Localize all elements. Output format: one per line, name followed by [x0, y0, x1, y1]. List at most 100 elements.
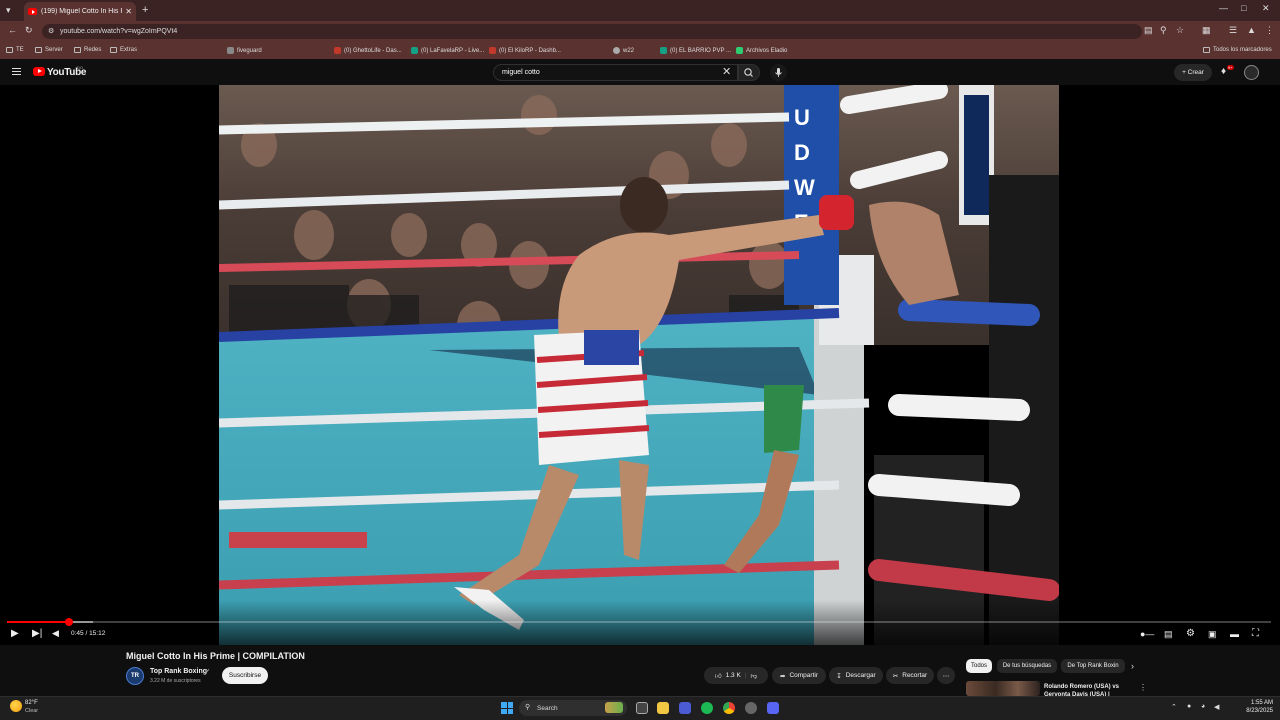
profile-icon[interactable]: ▲: [1247, 26, 1256, 35]
miniplayer-icon[interactable]: ▣: [1208, 630, 1217, 639]
search-icon: ⚲: [525, 704, 531, 711]
download-icon: ↧: [836, 672, 842, 680]
menu-icon[interactable]: ⋮: [1265, 26, 1274, 35]
next-video-icon[interactable]: ▶​|: [32, 629, 42, 639]
subtitles-icon[interactable]: ▤: [1164, 630, 1173, 639]
weather-condition[interactable]: Clear: [25, 708, 38, 714]
recommendation-title[interactable]: Rolando Romero (USA) vs Gervonta Davis (…: [1044, 683, 1134, 697]
folder-icon: [35, 47, 42, 53]
taskbar-search-box[interactable]: ⚲ Search: [519, 700, 627, 716]
bookmark-favicon-icon: [227, 47, 234, 54]
subscribe-button[interactable]: Suscribirse: [222, 667, 268, 684]
settings-gear-icon[interactable]: ⚙: [1186, 629, 1195, 639]
media-icon[interactable]: ☰: [1229, 26, 1237, 35]
bookmark-link[interactable]: (0) El KiloRP - Dashb...: [489, 47, 561, 54]
notifications-bell-icon[interactable]: ♦: [1221, 66, 1226, 77]
like-count[interactable]: 1.3 K: [726, 672, 741, 679]
bookmark-favicon-icon: [660, 47, 667, 54]
search-input[interactable]: miguel cotto: [493, 64, 738, 81]
video-time: 0:45 / 15:12: [71, 630, 106, 637]
clip-button[interactable]: ✂ Recortar: [886, 667, 934, 684]
chip-from-channel[interactable]: De Top Rank Boxin: [1061, 659, 1125, 673]
share-button[interactable]: ➦ Compartir: [772, 667, 826, 684]
microphone-tray-icon[interactable]: ●: [1187, 703, 1191, 710]
verified-badge-icon: ✔: [205, 669, 211, 675]
cast-icon[interactable]: ▤: [1144, 26, 1153, 35]
all-bookmarks-folder[interactable]: Todos los marcadores: [1203, 47, 1272, 53]
wifi-icon[interactable]: ◕: [1201, 703, 1205, 710]
bookmark-favicon-icon: [334, 47, 341, 54]
reload-icon[interactable]: ↻: [25, 26, 33, 35]
subscriber-count: 3.22 M de suscriptores: [150, 678, 201, 684]
discord-icon[interactable]: [767, 702, 779, 714]
url-text: youtube.com/watch?v=wgZoImPQVt4: [60, 28, 178, 35]
folder-icon: [6, 47, 13, 53]
search-button[interactable]: [738, 64, 760, 81]
close-window-icon[interactable]: ✕: [1262, 4, 1270, 13]
weather-temperature[interactable]: 82°F: [25, 700, 38, 706]
bookmark-folder[interactable]: TE: [6, 47, 24, 53]
spotify-icon[interactable]: [701, 702, 713, 714]
video-frame[interactable]: U D W E: [219, 85, 1059, 645]
tab-list-icon[interactable]: ▾: [6, 6, 11, 15]
hamburger-menu-icon[interactable]: [12, 68, 21, 75]
chip-all[interactable]: Todos: [966, 659, 992, 673]
bookmark-folder[interactable]: Redes: [74, 47, 101, 53]
file-explorer-icon[interactable]: [657, 702, 669, 714]
weather-icon[interactable]: [10, 700, 22, 712]
bookmark-link[interactable]: w22: [613, 47, 634, 54]
progress-played: [7, 621, 69, 623]
like-icon[interactable]: 👍︎: [715, 672, 722, 680]
bookmark-folder[interactable]: Server: [35, 47, 63, 53]
autoplay-toggle-icon[interactable]: ●—: [1140, 630, 1154, 639]
recommendation-thumbnail[interactable]: [966, 681, 1040, 696]
bookmark-link[interactable]: fiveguard: [227, 47, 262, 54]
bookmark-link[interactable]: (0) GhettoLife - Das...: [334, 47, 402, 54]
maximize-icon[interactable]: □: [1241, 4, 1246, 13]
search-query: miguel cotto: [502, 69, 540, 76]
bookmark-link[interactable]: Archivos Eladio: [736, 47, 787, 54]
clock-date[interactable]: 8/23/2025: [1233, 708, 1273, 714]
bookmark-folder[interactable]: Extras: [110, 47, 137, 53]
minimize-icon[interactable]: —: [1219, 4, 1228, 13]
task-view-icon[interactable]: [636, 702, 648, 714]
account-avatar[interactable]: [1244, 65, 1259, 80]
fullscreen-icon[interactable]: ⛶: [1252, 629, 1259, 639]
bookmark-link[interactable]: (0) EL BARRIO PVP ...: [660, 47, 731, 54]
voice-search-button[interactable]: [770, 64, 787, 81]
channel-name[interactable]: Top Rank Boxing: [150, 668, 207, 675]
bookmark-favicon-icon: [736, 47, 743, 54]
clock-time[interactable]: 1:55 AM: [1233, 700, 1273, 706]
bookmark-star-icon[interactable]: ☆: [1176, 26, 1184, 35]
create-button[interactable]: + Crear: [1174, 64, 1212, 81]
recommendation-more-icon[interactable]: ⋮: [1139, 683, 1147, 692]
extensions-icon[interactable]: ▦: [1202, 26, 1211, 35]
chevron-right-icon[interactable]: ›: [1131, 661, 1134, 671]
site-info-icon[interactable]: ⚙: [48, 27, 54, 35]
app-icon[interactable]: [745, 702, 757, 714]
speaker-icon[interactable]: ◀: [1214, 703, 1219, 711]
zoom-icon[interactable]: ⚲: [1160, 26, 1167, 35]
channel-avatar[interactable]: TR: [126, 667, 144, 685]
more-actions-button[interactable]: ⋯: [937, 667, 955, 684]
back-icon[interactable]: ←: [8, 26, 17, 35]
play-icon[interactable]: ▶: [11, 629, 19, 639]
youtube-logo-icon[interactable]: [33, 67, 45, 76]
chrome-icon[interactable]: [723, 702, 735, 714]
clear-search-icon[interactable]: ✕: [722, 65, 731, 78]
windows-start-icon[interactable]: [501, 702, 513, 714]
volume-icon[interactable]: ◀: [52, 629, 59, 638]
bookmark-link[interactable]: (0) LaFavelaRP - Live...: [411, 47, 484, 54]
dislike-icon[interactable]: 👎︎: [751, 672, 758, 680]
chip-from-searches[interactable]: De tus búsquedas: [997, 659, 1057, 673]
address-bar[interactable]: ⚙ youtube.com/watch?v=wgZoImPQVt4: [42, 24, 1142, 39]
progress-scrubber-handle[interactable]: [64, 618, 73, 626]
tray-expand-icon[interactable]: ⌃: [1171, 703, 1177, 711]
teams-icon[interactable]: [679, 702, 691, 714]
browser-tab-active[interactable]: (199) Miguel Cotto In His Prime ✕: [24, 2, 136, 21]
download-button[interactable]: ↧ Descargar: [829, 667, 883, 684]
new-tab-icon[interactable]: +: [142, 5, 148, 16]
progress-bar[interactable]: [7, 618, 1271, 626]
theater-mode-icon[interactable]: ▬: [1230, 630, 1239, 639]
tab-close-icon[interactable]: ✕: [125, 7, 132, 16]
